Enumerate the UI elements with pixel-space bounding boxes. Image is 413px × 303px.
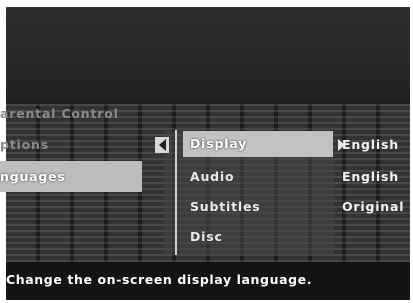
menu-item-languages[interactable]: nguages (0, 161, 142, 192)
submenu-item-subtitles[interactable]: Subtitles (183, 194, 333, 220)
arrow-left-icon (159, 139, 166, 151)
submenu-item-audio[interactable]: Audio (183, 164, 333, 190)
top-background (6, 7, 410, 103)
display-language-value: English (342, 137, 399, 152)
help-text: Change the on-screen display language. (6, 272, 313, 287)
subtitles-language-value: Original (342, 199, 405, 214)
submenu-item-display[interactable]: Display (183, 131, 333, 157)
audio-language-value: English (342, 169, 399, 184)
submenu-item-disc[interactable]: Disc (183, 224, 333, 250)
menu-item-options[interactable]: ptions (0, 137, 49, 152)
menu-item-languages-label: nguages (0, 169, 66, 184)
menu-item-parental-control[interactable]: arental Control (0, 106, 119, 121)
